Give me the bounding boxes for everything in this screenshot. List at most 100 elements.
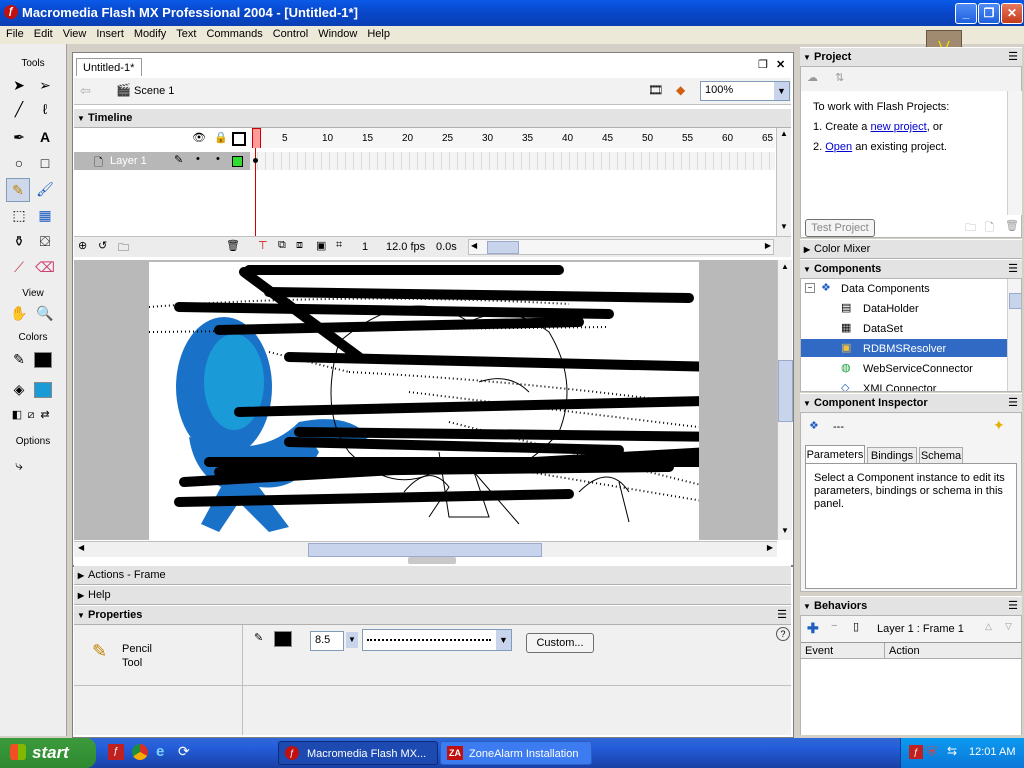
scroll-up-icon[interactable]: ▲	[779, 262, 791, 271]
tree-item-rdbmsresolver[interactable]: RDBMSResolver	[863, 343, 946, 355]
actions-panel-header[interactable]: ▶ Actions - Frame	[74, 565, 791, 585]
behaviors-header[interactable]: ▼ Behaviors ☰	[800, 596, 1022, 616]
quicklaunch-ie-icon[interactable]: e	[156, 743, 164, 760]
project-icon[interactable]: ☁	[807, 71, 818, 84]
doc-restore-icon[interactable]: ❐	[758, 58, 768, 71]
add-file-icon[interactable]: 🗋	[985, 219, 994, 238]
properties-panel-header[interactable]: ▼ Properties ☰	[74, 605, 791, 625]
zoom-select[interactable]: 100% ▼	[700, 81, 790, 101]
tray-flash-icon[interactable]: ƒ	[909, 745, 923, 759]
scroll-left-icon[interactable]: ◀	[471, 241, 477, 250]
add-motion-guide-icon[interactable]: ↺	[98, 239, 107, 252]
col-event[interactable]: Event	[801, 643, 885, 659]
frame-rate[interactable]: 12.0 fps	[386, 241, 425, 253]
stroke-color-swatch[interactable]	[34, 352, 52, 368]
lasso-tool-icon[interactable]: ℓ	[34, 98, 56, 120]
panel-options-icon[interactable]: ☰	[777, 606, 787, 624]
tree-item-dataset[interactable]: DataSet	[863, 323, 903, 335]
component-inspector-header[interactable]: ▼ Component Inspector ☰	[800, 393, 1022, 413]
ink-bottle-tool-icon[interactable]: ⚱	[8, 230, 30, 252]
minimize-button[interactable]: _	[955, 3, 977, 24]
timeline-vscroll[interactable]: ▲ ▼	[776, 128, 791, 236]
remove-behavior-icon[interactable]: −	[831, 620, 837, 632]
col-action[interactable]: Action	[885, 643, 1021, 659]
onion-skin-icon[interactable]: ⧉	[278, 239, 286, 252]
panel-options-icon[interactable]: ☰	[1008, 394, 1018, 412]
quicklaunch-desktop-icon[interactable]: ⟳	[178, 743, 190, 760]
stage-hscroll[interactable]: ◀ ▶	[74, 541, 777, 557]
panel-splitter[interactable]	[408, 557, 456, 564]
delete-icon[interactable]: 🗑	[1005, 219, 1019, 232]
scroll-down-icon[interactable]: ▼	[779, 526, 791, 535]
add-behavior-icon[interactable]: ✚	[807, 620, 819, 637]
onion-markers-icon[interactable]: ⌗	[336, 239, 342, 252]
panel-options-icon[interactable]: ☰	[1008, 597, 1018, 615]
doc-close-icon[interactable]: ✕	[776, 58, 785, 71]
fill-transform-tool-icon[interactable]: ▦	[34, 204, 56, 226]
move-up-icon[interactable]: △	[985, 621, 992, 632]
lock-icon[interactable]: 🔒	[214, 131, 228, 144]
playhead[interactable]	[252, 128, 261, 149]
scroll-right-icon[interactable]: ▶	[767, 543, 773, 552]
timeline-header[interactable]: ▼ Timeline	[74, 108, 791, 128]
menu-text[interactable]: Text	[170, 26, 200, 40]
stroke-style-select[interactable]: ▼	[362, 629, 512, 651]
quicklaunch-flash-icon[interactable]: ƒ	[108, 744, 124, 760]
components-vscroll[interactable]	[1007, 279, 1021, 391]
project-panel-header[interactable]: ▼ Project ☰	[800, 47, 1022, 67]
tree-item-dataholder[interactable]: DataHolder	[863, 303, 919, 315]
scroll-thumb[interactable]	[308, 543, 542, 557]
star-icon[interactable]: ✦	[993, 417, 1005, 434]
frames-row[interactable]	[250, 152, 775, 170]
stroke-height-input[interactable]: 8.5	[310, 631, 344, 651]
tray-network-icon[interactable]: ⇆	[947, 744, 957, 758]
sort-icon[interactable]: ⇅	[835, 71, 844, 84]
help-panel-header[interactable]: ▶ Help	[74, 585, 791, 605]
stroke-color-swatch[interactable]	[274, 631, 292, 647]
paint-bucket-tool-icon[interactable]: ⛋	[34, 230, 56, 252]
project-vscroll[interactable]	[1007, 91, 1022, 215]
tree-item-webserviceconnector[interactable]: WebServiceConnector	[863, 363, 973, 375]
eraser-tool-icon[interactable]: ⌫	[34, 256, 56, 278]
collapse-icon[interactable]: −	[805, 283, 815, 293]
frames-area[interactable]	[250, 148, 775, 236]
edit-multiple-icon[interactable]: ▣	[316, 239, 326, 252]
line-tool-icon[interactable]: ╱	[8, 98, 30, 120]
restore-button[interactable]: ❐	[978, 3, 1000, 24]
menu-edit[interactable]: Edit	[28, 26, 57, 40]
timeline-hscroll[interactable]: ◀ ▶	[468, 239, 774, 255]
tab-parameters[interactable]: Parameters	[805, 445, 865, 464]
layer-row[interactable]: 🗋 Layer 1 ✎ • •	[74, 152, 250, 170]
eyedropper-tool-icon[interactable]: ⟋	[8, 256, 30, 278]
stroke-height-chevron-icon[interactable]: ▼	[346, 632, 358, 648]
menu-commands[interactable]: Commands	[200, 26, 266, 40]
insert-folder-icon[interactable]: 🗀	[118, 239, 129, 258]
add-folder-icon[interactable]: 🗀	[965, 219, 976, 238]
tree-root[interactable]: Data Components	[841, 283, 930, 295]
swap-colors-icon[interactable]: ⇄	[34, 404, 56, 426]
menu-help[interactable]: Help	[361, 26, 394, 40]
scroll-up-icon[interactable]: ▲	[778, 129, 790, 141]
document-tab[interactable]: Untitled-1*	[76, 58, 142, 76]
pen-tool-icon[interactable]: ✒	[8, 126, 30, 148]
custom-button[interactable]: Custom...	[526, 633, 594, 653]
rectangle-tool-icon[interactable]: □	[34, 152, 56, 174]
back-arrow-icon[interactable]: ⇦	[80, 83, 91, 99]
scroll-thumb[interactable]	[487, 241, 519, 254]
pencil-mode-icon[interactable]: ⤷	[8, 454, 30, 476]
trash-icon[interactable]: 🗑	[226, 239, 240, 252]
onion-outlines-icon[interactable]: ⧈	[296, 239, 303, 252]
stage-vscroll[interactable]: ▲ ▼	[777, 260, 793, 540]
pencil-tool-icon[interactable]: ✎	[6, 178, 30, 202]
lock-dot-icon[interactable]: •	[216, 153, 220, 165]
text-tool-icon[interactable]: A	[34, 126, 56, 148]
edit-scene-icon[interactable]: 🎞	[648, 83, 663, 97]
tray-shield-icon[interactable]: ⛨	[927, 744, 937, 760]
subselect-tool-icon[interactable]: ➢	[34, 74, 56, 96]
menu-window[interactable]: Window	[312, 26, 361, 40]
oval-tool-icon[interactable]: ○	[8, 152, 30, 174]
free-transform-tool-icon[interactable]: ⬚	[8, 204, 30, 226]
scroll-thumb[interactable]	[778, 360, 793, 422]
tree-item-xmlconnector[interactable]: XMLConnector	[863, 383, 936, 391]
center-frame-icon[interactable]: ⊤	[258, 239, 268, 252]
